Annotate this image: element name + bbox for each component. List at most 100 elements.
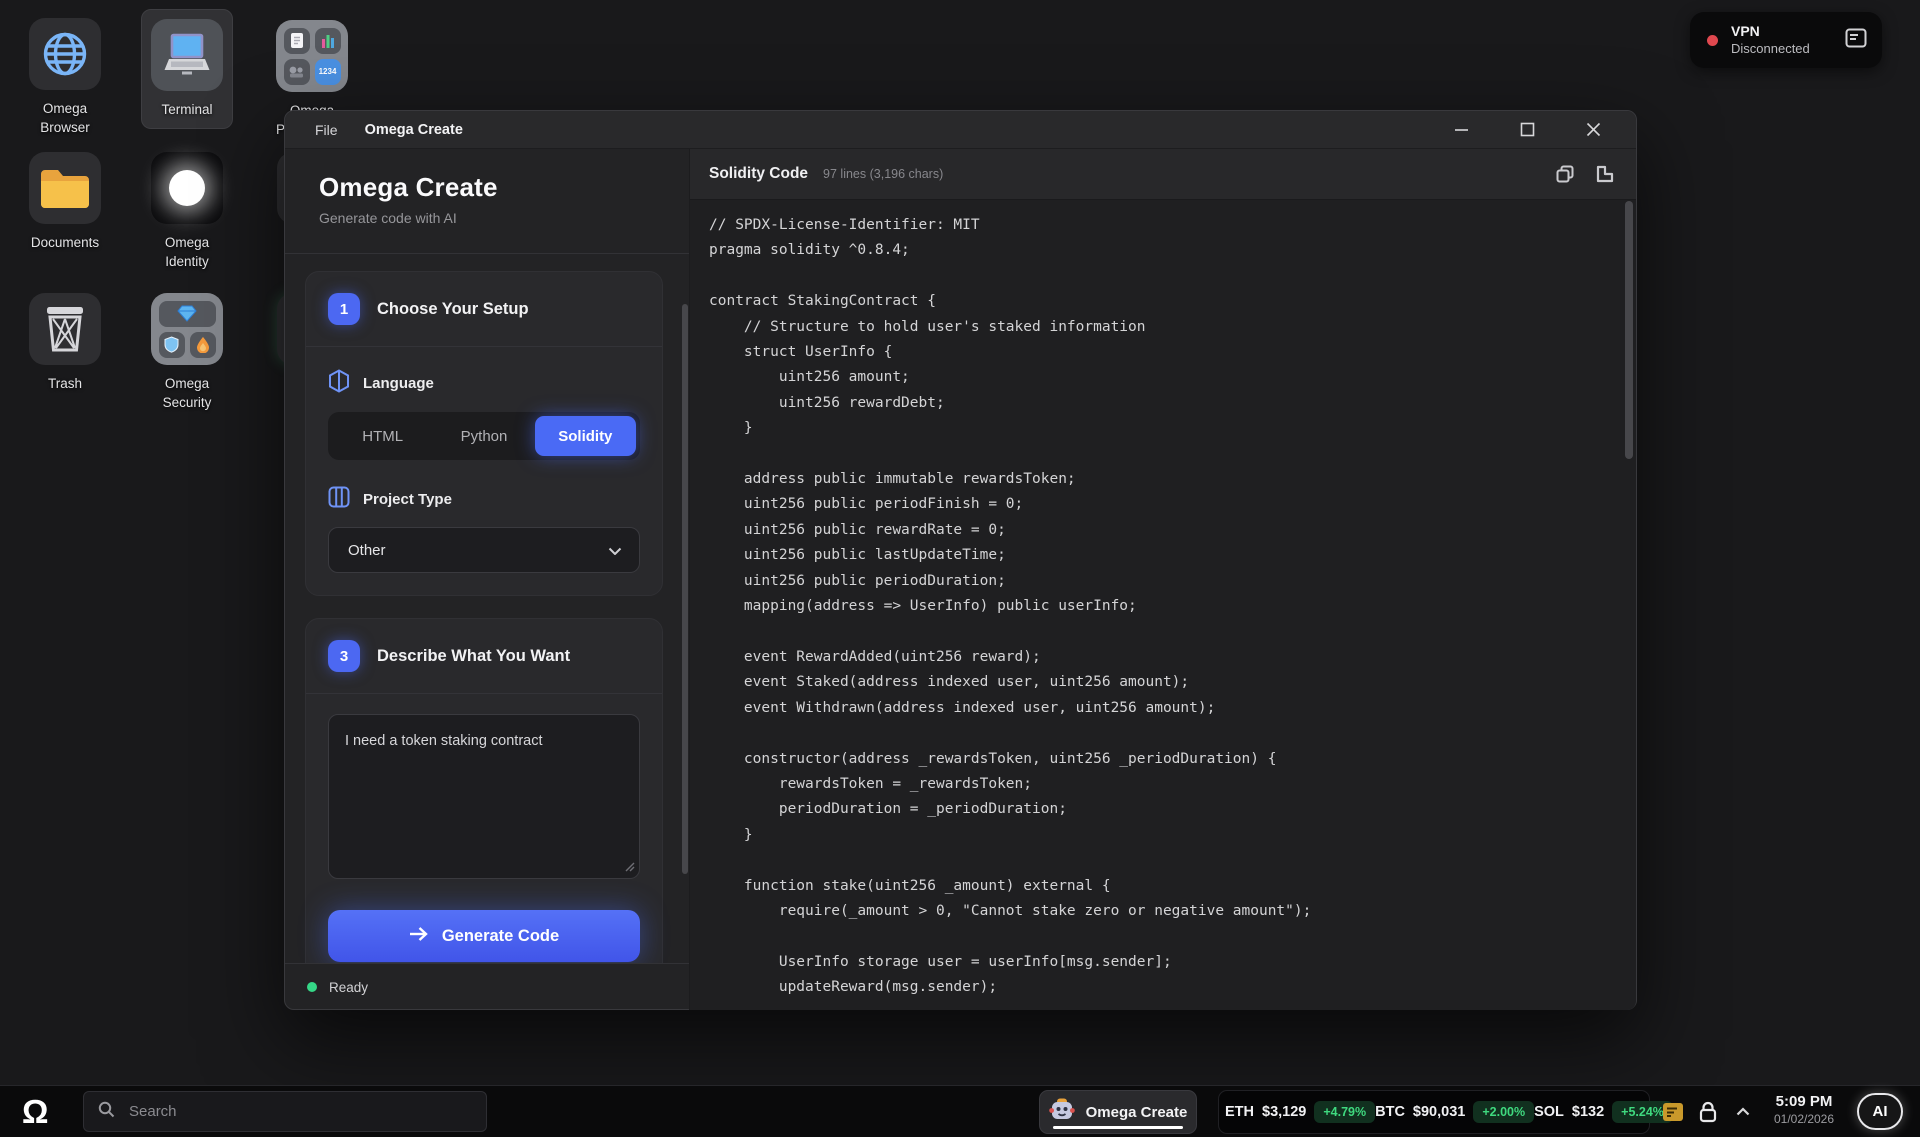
desktop-icon-terminal[interactable]: Terminal — [141, 9, 233, 129]
ticker-symbol: SOL — [1534, 1104, 1564, 1120]
search-input[interactable] — [127, 1102, 472, 1121]
app-grid-icon: 1234 — [276, 20, 348, 92]
ticker-btc: BTC $90,031 +2.00% — [1375, 1101, 1534, 1123]
taskbar: Ω Omega Create ETH $3,129 +4.79% BTC $90… — [0, 1085, 1920, 1137]
taskbar-app-label: Omega Create — [1086, 1104, 1188, 1121]
desktop-icon-omega-identity[interactable]: OmegaIdentity — [134, 152, 240, 272]
ticker-change-badge: +2.00% — [1473, 1101, 1534, 1123]
taskbar-app-omega-create[interactable]: Omega Create — [1039, 1090, 1197, 1134]
window-title: Omega Create — [365, 122, 463, 138]
vpn-status: Disconnected — [1731, 41, 1810, 57]
ticker-eth: ETH $3,129 +4.79% — [1225, 1101, 1375, 1123]
panel-lines-icon[interactable] — [1845, 28, 1867, 53]
copy-icon[interactable] — [1555, 164, 1575, 184]
file-menu[interactable]: File — [315, 122, 338, 138]
ticker-price: $132 — [1572, 1104, 1604, 1120]
language-label: Language — [363, 375, 434, 392]
generate-code-button[interactable]: Generate Code — [328, 910, 640, 962]
desktop-icon-omega-security[interactable]: OmegaSecurity — [134, 293, 240, 413]
ticker-symbol: ETH — [1225, 1104, 1254, 1120]
taskbar-clock[interactable]: 5:09 PM 01/02/2026 — [1768, 1092, 1840, 1126]
vpn-status-dot — [1707, 35, 1718, 46]
sidebar: Omega Create Generate code with AI 1 Cho… — [285, 149, 690, 1010]
chevron-up-icon[interactable] — [1736, 1107, 1750, 1116]
language-option-html[interactable]: HTML — [332, 416, 433, 456]
desktop-icon-documents[interactable]: Documents — [12, 152, 118, 253]
language-option-python[interactable]: Python — [433, 416, 534, 456]
icon-label: Trash — [48, 375, 82, 394]
step-badge-1: 1 — [328, 293, 360, 325]
icon-label: Documents — [31, 234, 99, 253]
window-titlebar[interactable]: File Omega Create — [285, 111, 1636, 149]
code-viewer[interactable]: // SPDX-License-Identifier: MIT pragma s… — [690, 200, 1636, 1010]
ready-dot — [307, 982, 317, 992]
ticker-sol: SOL $132 +5.24% — [1534, 1101, 1673, 1123]
code-panel: Solidity Code 97 lines (3,196 chars) // … — [690, 149, 1636, 1010]
desktop: OmegaBrowser Terminal 1234 — [0, 0, 1920, 1137]
project-type-label: Project Type — [363, 491, 452, 508]
code-text: // SPDX-License-Identifier: MIT pragma s… — [690, 200, 1636, 1001]
close-button[interactable] — [1580, 118, 1606, 142]
status-text: Ready — [329, 980, 368, 995]
maximize-button[interactable] — [1514, 118, 1540, 142]
crypto-ticker: ETH $3,129 +4.79% BTC $90,031 +2.00% SOL… — [1218, 1090, 1650, 1134]
arrow-right-icon — [409, 926, 429, 947]
columns-icon — [328, 486, 350, 512]
folder-icon — [29, 152, 101, 224]
sidebar-scrollbar[interactable] — [682, 304, 688, 874]
project-type-select[interactable]: Other — [328, 527, 640, 573]
icon-label: OmegaIdentity — [165, 234, 209, 272]
code-scrollbar[interactable] — [1625, 201, 1633, 459]
resize-grip-icon[interactable] — [625, 859, 635, 877]
robot-icon — [1049, 1098, 1075, 1127]
desktop-icon-trash[interactable]: Trash — [12, 293, 118, 394]
minimize-button[interactable] — [1448, 118, 1474, 142]
security-grid-icon — [151, 293, 223, 365]
desktop-icon-omega-browser[interactable]: OmegaBrowser — [12, 18, 118, 138]
trash-icon — [29, 293, 101, 365]
ai-assistant-button[interactable]: AI — [1857, 1093, 1903, 1130]
diamond-icon — [159, 301, 216, 327]
code-panel-title: Solidity Code — [709, 165, 808, 183]
status-bar: Ready — [285, 963, 689, 1010]
shield-icon — [159, 332, 185, 358]
step-badge-3: 3 — [328, 640, 360, 672]
app-heading: Omega Create — [319, 172, 659, 203]
code-panel-meta: 97 lines (3,196 chars) — [823, 167, 943, 181]
language-option-solidity[interactable]: Solidity — [535, 416, 636, 456]
prompt-textarea[interactable]: I need a token staking contract — [328, 714, 640, 879]
ticker-change-badge: +4.79% — [1314, 1101, 1375, 1123]
clock-date: 01/02/2026 — [1768, 1112, 1840, 1126]
numbers-mini-icon: 1234 — [315, 59, 341, 85]
icon-label: OmegaSecurity — [163, 375, 212, 413]
describe-card: 3 Describe What You Want I need a token … — [305, 618, 663, 963]
taskbar-search[interactable] — [83, 1091, 487, 1132]
laptop-icon — [151, 19, 223, 91]
camera-mini-icon — [284, 59, 310, 85]
document-mini-icon — [284, 28, 310, 54]
ticker-symbol: BTC — [1375, 1104, 1405, 1120]
vpn-title: VPN — [1731, 23, 1810, 41]
ticker-price: $90,031 — [1413, 1104, 1465, 1120]
chevron-down-icon — [608, 542, 622, 559]
step-title-3: Describe What You Want — [377, 647, 570, 666]
icon-label: OmegaBrowser — [40, 100, 90, 138]
notes-icon[interactable] — [1662, 1102, 1684, 1122]
search-icon — [98, 1101, 115, 1123]
step-title-1: Choose Your Setup — [377, 300, 529, 319]
globe-icon — [29, 18, 101, 90]
cube-icon — [328, 369, 350, 397]
ticker-price: $3,129 — [1262, 1104, 1306, 1120]
setup-card: 1 Choose Your Setup Language H — [305, 271, 663, 596]
vpn-widget[interactable]: VPN Disconnected — [1690, 12, 1882, 68]
omega-start-button[interactable]: Ω — [22, 1090, 48, 1134]
clock-time: 5:09 PM — [1768, 1092, 1840, 1112]
lock-icon[interactable] — [1698, 1101, 1718, 1123]
export-icon[interactable] — [1595, 164, 1615, 184]
language-segmented-control: HTML Python Solidity — [328, 412, 640, 460]
omega-create-window: File Omega Create Omega Create Generate — [284, 110, 1637, 1010]
icon-label: Terminal — [161, 101, 212, 120]
flame-icon — [190, 332, 216, 358]
chart-mini-icon — [315, 28, 341, 54]
identity-orb-icon — [151, 152, 223, 224]
